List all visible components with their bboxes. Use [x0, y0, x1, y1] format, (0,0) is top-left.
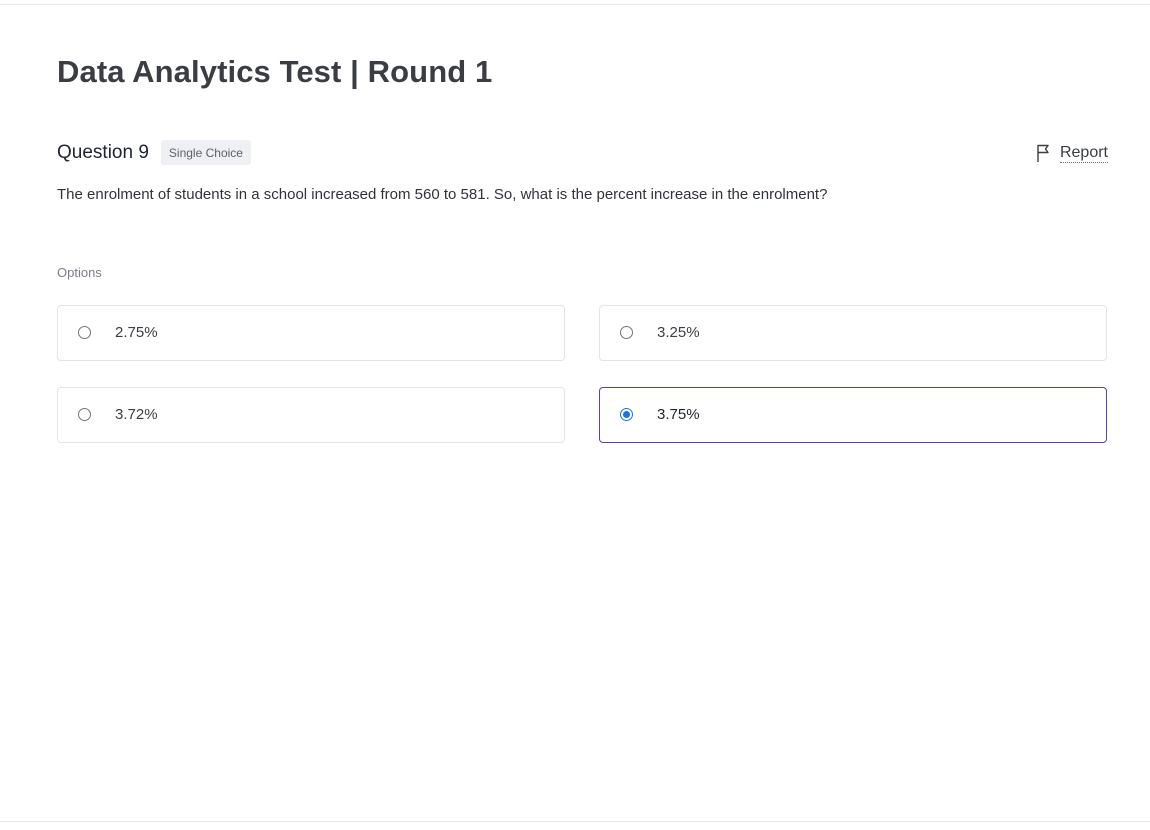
option-card[interactable]: 2.75% — [57, 305, 565, 361]
report-button[interactable]: Report — [1036, 142, 1108, 164]
option-text: 3.72% — [115, 406, 158, 423]
page-title: Data Analytics Test | Round 1 — [57, 54, 493, 89]
question-text: The enrolment of students in a school in… — [57, 186, 828, 203]
option-card[interactable]: 3.25% — [599, 305, 1107, 361]
option-text: 3.75% — [657, 406, 700, 423]
bottom-divider — [0, 821, 1150, 822]
question-number: Question 9 — [57, 141, 149, 163]
top-divider — [0, 4, 1150, 5]
option-radio[interactable] — [620, 326, 633, 339]
option-text: 3.25% — [657, 324, 700, 341]
report-label[interactable]: Report — [1059, 144, 1108, 163]
flag-icon — [1037, 144, 1049, 162]
option-radio[interactable] — [78, 408, 91, 421]
option-radio[interactable] — [78, 326, 91, 339]
options-label: Options — [57, 265, 102, 280]
option-card[interactable]: 3.72% — [57, 387, 565, 443]
option-radio[interactable] — [620, 408, 633, 421]
option-text: 2.75% — [115, 324, 158, 341]
question-header: Question 9 Single Choice — [57, 140, 251, 165]
option-card[interactable]: 3.75% — [599, 387, 1107, 443]
question-type-badge: Single Choice — [160, 140, 251, 165]
